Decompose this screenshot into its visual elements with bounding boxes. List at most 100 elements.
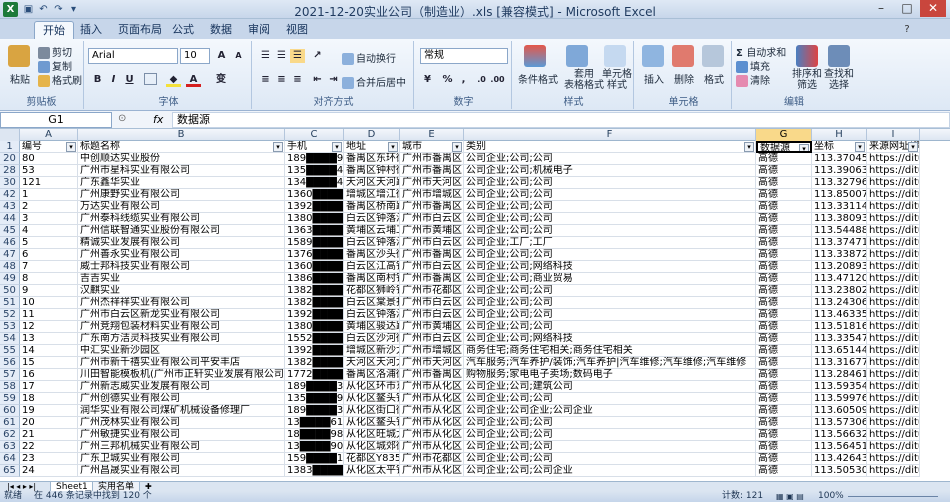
row-number[interactable]: 1 [0, 141, 20, 153]
cell[interactable]: 公司企业;公司;公司 [464, 441, 756, 453]
cell[interactable]: 番禺区洛浦街 [344, 369, 400, 381]
cell[interactable]: 广州市从化区 [400, 441, 464, 453]
cell[interactable]: 广州市白云区 [400, 261, 464, 273]
cell-styles-icon[interactable] [604, 45, 626, 67]
cell[interactable]: 15 [20, 357, 78, 369]
cell[interactable]: 高德 [756, 237, 812, 249]
filter-dropdown-icon[interactable]: ▾ [273, 142, 283, 152]
cell[interactable]: 广州市增城区 [400, 189, 464, 201]
cell[interactable]: 广州市番禺区 [400, 153, 464, 165]
cell[interactable]: 高德 [756, 453, 812, 465]
cell[interactable]: 广州市白云区 [400, 333, 464, 345]
cell[interactable]: 1589████55378 [285, 237, 344, 249]
cell[interactable]: https://ditu.amap [867, 393, 920, 405]
column-header-d[interactable]: D [344, 129, 400, 141]
cell[interactable]: 从化区鳌头镇 [344, 393, 400, 405]
cell[interactable]: 1376████61002 [285, 249, 344, 261]
cell[interactable]: 吉吉实业 [78, 273, 285, 285]
cell[interactable]: 113.327962,2 [812, 177, 867, 189]
cell[interactable]: 1380████87896 [285, 321, 344, 333]
format-table-icon[interactable] [566, 45, 588, 67]
cell[interactable]: https://ditu.amap [867, 273, 920, 285]
cell[interactable]: https://ditu.amap [867, 153, 920, 165]
cell[interactable]: 135████40366 [285, 165, 344, 177]
cell[interactable]: 公司企业;公司;机械电子 [464, 165, 756, 177]
paste-button[interactable]: 粘贴 [10, 71, 30, 86]
cell[interactable]: 113.518162,2 [812, 321, 867, 333]
cell[interactable]: 番禺区东环街 [344, 153, 400, 165]
filter-dropdown-icon[interactable]: ▾ [908, 142, 918, 152]
merge-center-button[interactable]: 合并后居中 [342, 74, 406, 89]
cell[interactable]: 广州市黄埔区 [400, 321, 464, 333]
cell[interactable]: https://ditu.amap [867, 405, 920, 417]
cell[interactable]: 高德 [756, 189, 812, 201]
cell[interactable]: 川田智能模板机(广州市正轩实业发展有限公司) [78, 369, 285, 381]
cell[interactable]: 广州市从化区 [400, 393, 464, 405]
cell[interactable]: 番禺区钟村街 [344, 165, 400, 177]
cell[interactable]: 广州市新千禧实业有限公司平安丰店 [78, 357, 285, 369]
cell[interactable]: 威士邦科技实业有限公司 [78, 261, 285, 273]
orientation-icon[interactable]: ↗ [310, 49, 325, 63]
cell[interactable]: 从化区鳌头镇 [344, 417, 400, 429]
cell[interactable]: 番禺区沙头街 [344, 249, 400, 261]
cell[interactable]: 1363████63119 [285, 225, 344, 237]
underline-button[interactable]: U [122, 73, 137, 87]
cell[interactable]: 13████6122393 [285, 417, 344, 429]
cell[interactable]: 13████9059011 [285, 441, 344, 453]
phonetic-button[interactable]: 变 [210, 73, 232, 87]
row-number[interactable]: 64 [0, 453, 20, 465]
cell[interactable]: 22 [20, 441, 78, 453]
cell[interactable]: 广东卫城实业有限公司 [78, 453, 285, 465]
align-middle-icon[interactable]: ☰ [274, 49, 289, 63]
cell[interactable]: 广东鑫华实业 [78, 177, 285, 189]
bold-button[interactable]: B [90, 73, 105, 87]
row-number[interactable]: 51 [0, 297, 20, 309]
cell[interactable]: https://ditu.amap [867, 165, 920, 177]
cell[interactable]: 公司企业;公司;公司 [464, 201, 756, 213]
currency-icon[interactable]: ¥ [420, 73, 435, 87]
cell[interactable]: 高德 [756, 441, 812, 453]
format-cells-icon[interactable] [702, 45, 724, 67]
row-number[interactable]: 63 [0, 441, 20, 453]
cell[interactable]: https://ditu.amap [867, 417, 920, 429]
column-header-g[interactable]: G [756, 129, 812, 141]
cell[interactable]: 从化区城郊街 [344, 441, 400, 453]
cell[interactable]: 广州市白云区 [400, 213, 464, 225]
cell[interactable]: https://ditu.amap [867, 453, 920, 465]
increase-indent-icon[interactable]: ⇥ [326, 73, 341, 87]
decrease-indent-icon[interactable]: ⇤ [310, 73, 325, 87]
cell[interactable]: 189████9055525 [285, 153, 344, 165]
cell[interactable]: 18 [20, 393, 78, 405]
cell[interactable]: 公司企业;公司;公司 [464, 309, 756, 321]
filter-dropdown-icon[interactable]: ▾ [388, 142, 398, 152]
cell[interactable]: 广州市天河区 [400, 177, 464, 189]
cell[interactable]: 广州杰祥祥实业有限公司 [78, 297, 285, 309]
cell[interactable]: 白云区江高镇 [344, 261, 400, 273]
cell[interactable]: 广州昌晟实业有限公司 [78, 465, 285, 477]
conditional-format-button[interactable]: 条件格式 [518, 71, 558, 86]
cell[interactable]: 白云区钟落潭 [344, 213, 400, 225]
cell[interactable]: 159████184793 [285, 453, 344, 465]
cell[interactable]: 广州茂林实业有限公司 [78, 417, 285, 429]
close-icon[interactable]: ✕ [920, 0, 946, 17]
header-cell[interactable]: 标题名称 ▾ [78, 141, 285, 153]
cell[interactable]: 高德 [756, 213, 812, 225]
row-number[interactable]: 54 [0, 333, 20, 345]
autosum-button[interactable]: Σ 自动求和 [736, 44, 786, 59]
cell[interactable]: 广州市白云区新龙实业有限公司 [78, 309, 285, 321]
cell[interactable]: 9 [20, 285, 78, 297]
cell[interactable]: 广州市番禺区 [400, 249, 464, 261]
cell[interactable]: 1392████28352 [285, 201, 344, 213]
column-header-e[interactable]: E [400, 129, 464, 141]
cell[interactable]: 高德 [756, 429, 812, 441]
row-number[interactable]: 58 [0, 381, 20, 393]
cell[interactable]: 公司企业;公司;公司企业 [464, 465, 756, 477]
tab-formulas[interactable]: 公式 [164, 21, 202, 39]
cell[interactable]: 广州康野实业有限公司 [78, 189, 285, 201]
clear-button[interactable]: 清除 [736, 72, 770, 87]
cell[interactable]: https://ditu.amap [867, 285, 920, 297]
function-icon[interactable]: fx [153, 113, 163, 126]
cell[interactable]: 广州市白云区 [400, 297, 464, 309]
cell[interactable]: 广州泰科线缆实业有限公司 [78, 213, 285, 225]
cell[interactable]: 高德 [756, 177, 812, 189]
